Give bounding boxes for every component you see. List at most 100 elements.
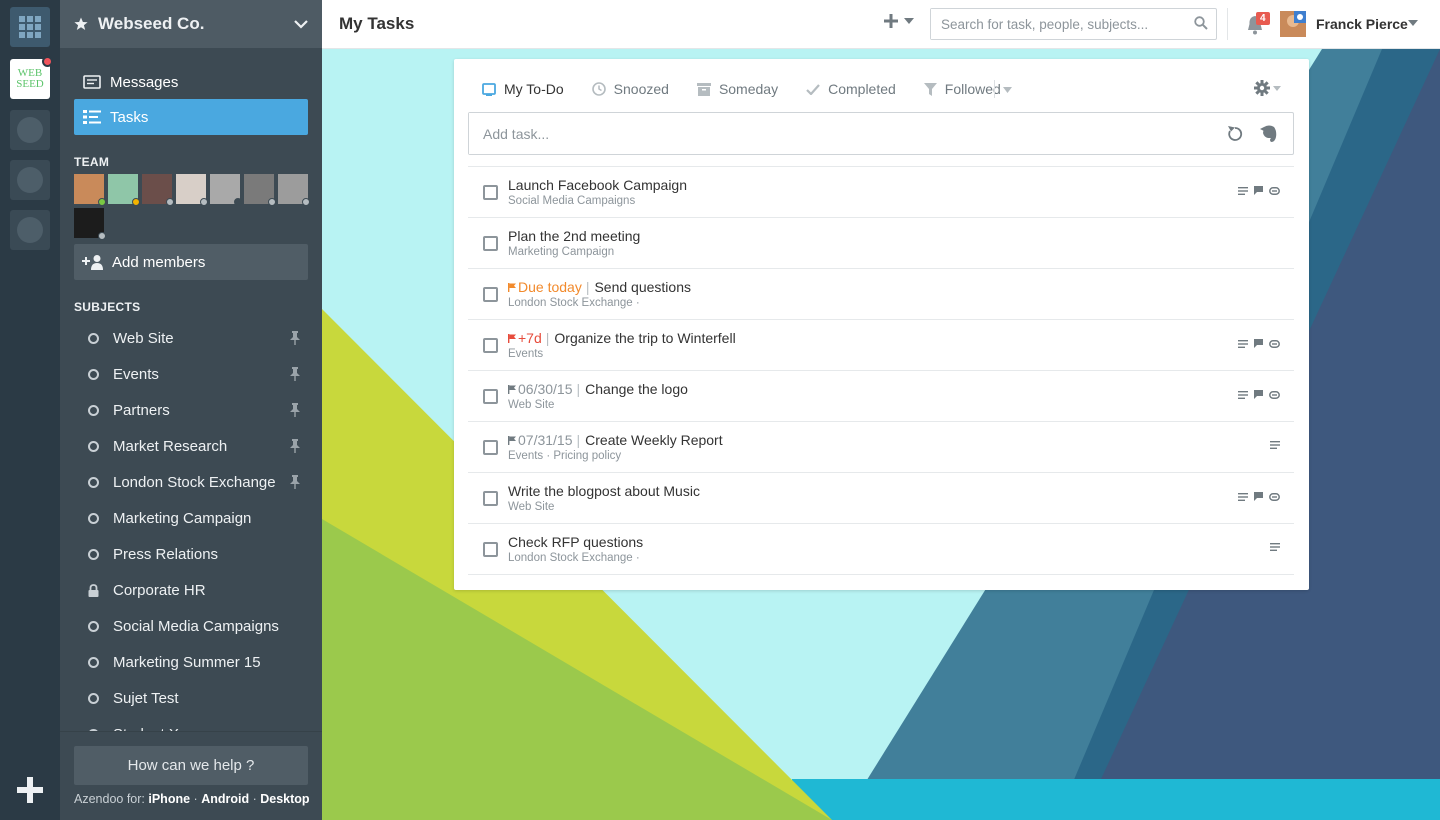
subject-item[interactable]: Partners (74, 392, 308, 428)
task-title[interactable]: Launch Facebook Campaign (508, 177, 687, 193)
task-title[interactable]: Change the logo (585, 381, 688, 397)
task-subject[interactable]: Web Site (508, 399, 554, 411)
workspace-button[interactable] (10, 210, 50, 250)
nav-messages[interactable]: Messages (74, 64, 308, 100)
task-due-label: 06/30/15 (518, 381, 573, 397)
subjects-list: Web Site Events Partners Market Research Lon… (74, 320, 308, 732)
evernote-icon[interactable] (1260, 124, 1278, 143)
subject-label: London Stock Exchange (113, 473, 276, 491)
tab-completed[interactable]: Completed (806, 81, 896, 97)
subject-item[interactable]: Web Site (74, 320, 308, 356)
task-checkbox[interactable] (483, 542, 498, 557)
subject-item[interactable]: Corporate HR (74, 572, 308, 608)
workspace-webseed-button[interactable]: WEB SEED (10, 56, 53, 99)
subject-item[interactable]: Marketing Campaign (74, 500, 308, 536)
pin-icon[interactable] (288, 475, 302, 489)
search-input[interactable] (931, 9, 1171, 39)
task-meta-icons (1232, 390, 1280, 399)
subject-item[interactable]: Marketing Summer 15 (74, 644, 308, 680)
task-title[interactable]: Create Weekly Report (585, 432, 722, 448)
task-checkbox[interactable] (483, 491, 498, 506)
workspace-button[interactable] (10, 160, 50, 200)
team-avatar[interactable] (74, 208, 106, 240)
link-desktop[interactable]: Desktop (260, 792, 309, 806)
pin-icon[interactable] (288, 367, 302, 381)
add-members-button[interactable]: Add members (74, 244, 308, 280)
pin-icon[interactable] (288, 331, 302, 345)
flag-icon (508, 333, 516, 343)
caret-down-icon[interactable] (1408, 20, 1418, 26)
tab-snoozed[interactable]: Snoozed (591, 81, 669, 97)
task-subject[interactable]: Social Media Campaigns (508, 195, 635, 207)
quick-add-button[interactable] (884, 14, 914, 28)
task-row[interactable]: Due today | Send questions London Stock Exc… (468, 269, 1294, 320)
add-task-input[interactable] (469, 113, 1209, 154)
task-checkbox[interactable] (483, 236, 498, 251)
task-subject[interactable]: London Stock Exchange · (508, 297, 640, 309)
tab-someday[interactable]: Someday (696, 81, 778, 97)
nav-tasks[interactable]: Tasks (74, 99, 308, 135)
task-row[interactable]: 07/31/15 | Create Weekly Report Events · Pr… (468, 422, 1294, 473)
pin-icon[interactable] (288, 403, 302, 417)
task-title[interactable]: Organize the trip to Winterfell (554, 330, 735, 346)
subject-item[interactable]: Press Relations (74, 536, 308, 572)
task-checkbox[interactable] (483, 185, 498, 200)
task-subject[interactable]: London Stock Exchange · (508, 552, 640, 564)
user-name[interactable]: Franck Pierce (1316, 16, 1408, 32)
help-button[interactable]: How can we help ? (74, 746, 308, 785)
subjects-section-title: SUBJECTS (74, 300, 141, 314)
refresh-icon[interactable] (1227, 125, 1243, 142)
task-checkbox[interactable] (483, 389, 498, 404)
task-subject[interactable]: Events · Pricing policy (508, 450, 621, 462)
pin-icon[interactable] (288, 439, 302, 453)
task-title[interactable]: Plan the 2nd meeting (508, 228, 640, 244)
inbox-icon (482, 82, 496, 96)
workspace-button[interactable] (10, 110, 50, 150)
task-row[interactable]: Write the blogpost about Music Web Site (468, 473, 1294, 524)
task-row[interactable]: Plan the 2nd meeting Marketing Campaign (468, 218, 1294, 269)
apps-grid-button[interactable] (10, 7, 50, 47)
subject-item[interactable]: London Stock Exchange (74, 464, 308, 500)
team-avatar[interactable] (210, 174, 242, 206)
tabs-more-button[interactable] (994, 80, 1012, 98)
link-iphone[interactable]: iPhone (148, 792, 190, 806)
task-row[interactable]: Check RFP questions London Stock Exchange… (468, 524, 1294, 575)
note-icon (1238, 390, 1248, 399)
task-checkbox[interactable] (483, 338, 498, 353)
subject-item[interactable]: Market Research (74, 428, 308, 464)
task-row[interactable]: Launch Facebook Campaign Social Media Cam… (468, 167, 1294, 218)
task-title[interactable]: Send questions (594, 279, 691, 295)
chevron-down-icon (294, 19, 308, 29)
workspace-logo-icon (17, 167, 43, 193)
task-subject[interactable]: Marketing Campaign (508, 246, 614, 258)
tab-followed[interactable]: Followed (923, 81, 1001, 97)
search-icon[interactable] (1194, 16, 1208, 30)
subject-item[interactable]: Sujet Test (74, 680, 308, 716)
team-avatar[interactable] (176, 174, 208, 206)
tab-my-todo[interactable]: My To-Do (482, 81, 564, 97)
clock-icon (591, 82, 606, 96)
subject-item[interactable]: Social Media Campaigns (74, 608, 308, 644)
team-avatar[interactable] (74, 174, 106, 206)
team-avatar[interactable] (244, 174, 276, 206)
team-avatar[interactable] (108, 174, 140, 206)
task-row[interactable]: 06/30/15 | Change the logo Web Site (468, 371, 1294, 422)
workspace-switcher[interactable]: Webseed Co. (60, 0, 322, 48)
caret-down-icon (1003, 87, 1012, 93)
link-android[interactable]: Android (201, 792, 249, 806)
add-workspace-icon[interactable] (15, 775, 45, 805)
task-checkbox[interactable] (483, 440, 498, 455)
settings-button[interactable] (1254, 80, 1281, 96)
task-checkbox[interactable] (483, 287, 498, 302)
team-avatar[interactable] (142, 174, 174, 206)
user-avatar[interactable] (1280, 11, 1306, 37)
team-avatar[interactable] (278, 174, 310, 206)
task-subject[interactable]: Web Site (508, 501, 554, 513)
task-row[interactable]: +7d | Organize the trip to Winterfell Event… (468, 320, 1294, 371)
task-title[interactable]: Check RFP questions (508, 534, 643, 550)
subject-item[interactable]: Student X (74, 716, 308, 732)
subject-item[interactable]: Events (74, 356, 308, 392)
note-icon (1270, 543, 1280, 551)
task-title[interactable]: Write the blogpost about Music (508, 483, 700, 499)
task-subject[interactable]: Events (508, 348, 543, 360)
